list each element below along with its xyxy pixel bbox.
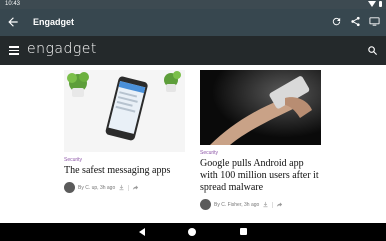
article-category[interactable]: Security: [64, 157, 185, 163]
article-headline[interactable]: Google pulls Android app with 100 millio…: [200, 158, 321, 194]
app-title: Engadget: [33, 17, 75, 27]
download-icon[interactable]: [262, 201, 269, 208]
refresh-icon[interactable]: [331, 16, 342, 27]
article-image[interactable]: [64, 70, 185, 152]
article-meta: By C. up, 3h ago: [64, 182, 185, 193]
status-bar: 10:43: [0, 0, 386, 9]
divider: [128, 184, 130, 191]
article-byline: By C. up, 3h ago: [78, 184, 116, 191]
phone-plant-image: [64, 70, 185, 152]
article-image[interactable]: [200, 70, 321, 145]
article-card[interactable]: Security The safest messaging apps By C.…: [64, 70, 185, 193]
article-category[interactable]: Security: [200, 150, 321, 156]
article-byline: By C. Fisher, 3h ago: [214, 201, 260, 208]
status-time: 10:43: [5, 1, 21, 7]
hands-phone-image: [200, 70, 321, 145]
app-bar: Engadget: [0, 9, 386, 36]
share-arrow-icon[interactable]: [276, 201, 283, 208]
download-icon[interactable]: [118, 184, 125, 191]
article-card[interactable]: Security Google pulls Android app with 1…: [200, 70, 321, 210]
author-avatar: [200, 199, 211, 210]
back-arrow-icon[interactable]: [6, 15, 20, 29]
site-header: engadget: [0, 36, 386, 65]
divider: [272, 201, 274, 208]
author-avatar: [64, 182, 75, 193]
engadget-logo[interactable]: engadget: [27, 41, 97, 57]
wifi-icon: [368, 1, 376, 7]
hamburger-icon[interactable]: [9, 46, 19, 55]
nav-back-icon[interactable]: [139, 228, 145, 236]
cast-icon[interactable]: [369, 16, 380, 27]
article-feed: Security The safest messaging apps By C.…: [0, 65, 386, 223]
nav-home-icon[interactable]: [188, 228, 196, 236]
battery-icon: [379, 1, 382, 7]
search-icon[interactable]: [367, 45, 378, 56]
article-headline[interactable]: The safest messaging apps: [64, 165, 185, 177]
share-icon[interactable]: [350, 16, 361, 27]
navigation-bar: [0, 223, 386, 241]
share-arrow-icon[interactable]: [132, 184, 139, 191]
status-icons: [368, 1, 382, 7]
article-meta: By C. Fisher, 3h ago: [200, 199, 321, 210]
app-actions: [331, 16, 380, 27]
nav-recents-icon[interactable]: [240, 228, 247, 235]
